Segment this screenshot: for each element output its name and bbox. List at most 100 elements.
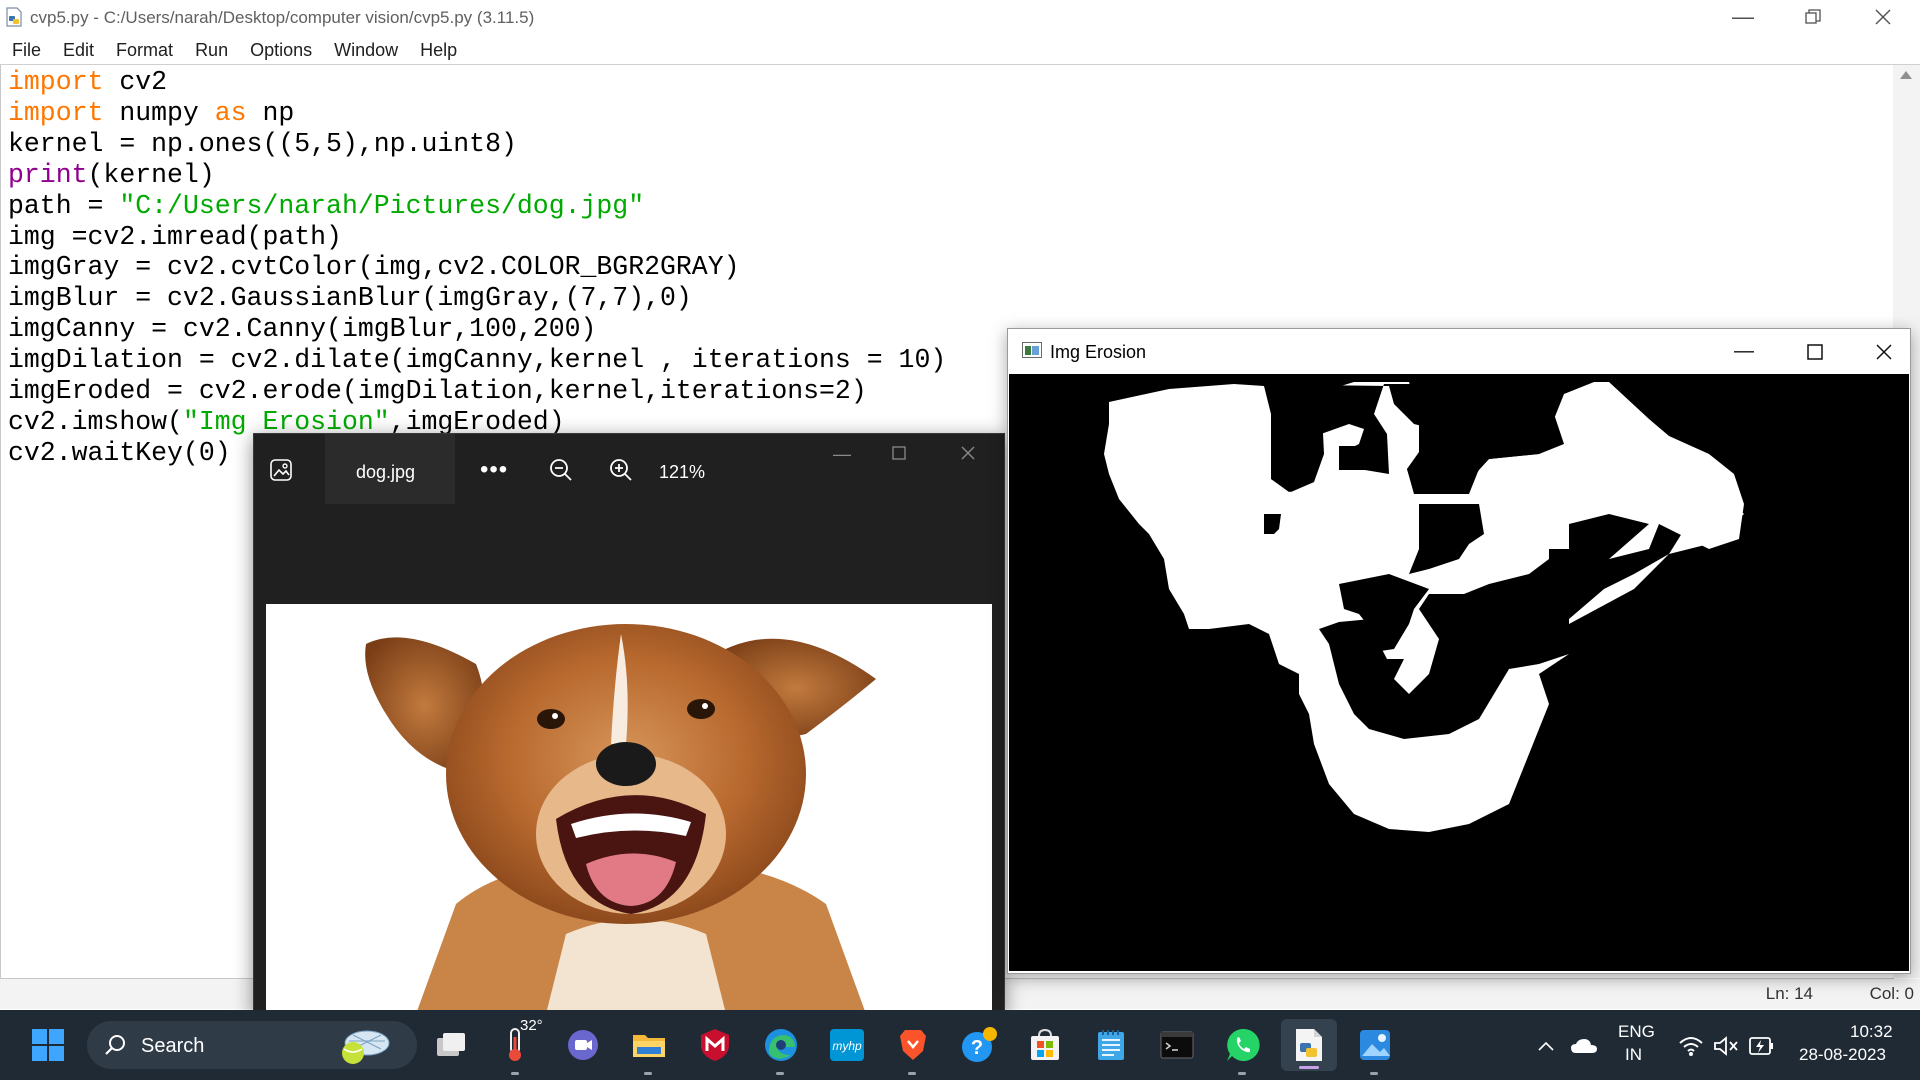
clock-date[interactable]: 28-08-2023 <box>1799 1045 1886 1065</box>
menu-file[interactable]: File <box>0 36 52 64</box>
myhp-button[interactable]: myhp <box>825 1023 869 1067</box>
whatsapp-button[interactable] <box>1221 1023 1265 1075</box>
running-indicator <box>1238 1072 1246 1075</box>
photos-close-button[interactable] <box>948 444 988 474</box>
close-button[interactable] <box>1848 0 1918 34</box>
python-file-icon <box>6 7 22 27</box>
photos-maximize-button[interactable] <box>879 444 919 474</box>
region-indicator[interactable]: IN <box>1625 1045 1642 1065</box>
cv-maximize-button[interactable] <box>1790 335 1840 367</box>
code-line[interactable]: imgCanny = cv2.Canny(imgBlur,100,200) <box>8 314 946 345</box>
close-icon <box>1876 344 1892 360</box>
img-erosion-window: Img Erosion — <box>1007 328 1911 974</box>
maximize-icon <box>1807 343 1823 360</box>
img-erosion-title-bar: Img Erosion — <box>1008 329 1910 373</box>
notepad-icon <box>1098 1030 1124 1060</box>
taskbar-search-box[interactable]: Search <box>87 1021 417 1069</box>
svg-text:myhp: myhp <box>832 1039 862 1053</box>
language-indicator[interactable]: ENG <box>1618 1022 1655 1042</box>
task-view-button[interactable] <box>429 1023 473 1067</box>
cv-minimize-button[interactable]: — <box>1719 335 1769 367</box>
active-indicator <box>1299 1066 1319 1069</box>
line-number: Ln: 14 <box>1765 984 1813 1003</box>
running-indicator <box>1370 1072 1378 1075</box>
myhp-icon: myhp <box>830 1029 864 1061</box>
eroded-image-canvas <box>1009 374 1909 971</box>
weather-widget[interactable]: 32° <box>494 1017 543 1075</box>
code-line[interactable]: imgEroded = cv2.erode(imgDilation,kernel… <box>8 376 946 407</box>
terminal-button[interactable] <box>1155 1023 1199 1067</box>
photo-filename: dog.jpg <box>356 462 416 482</box>
dog-photo <box>266 604 992 1014</box>
notepad-button[interactable] <box>1089 1023 1133 1067</box>
microsoft-store-button[interactable] <box>1023 1023 1067 1067</box>
menu-options[interactable]: Options <box>239 36 323 64</box>
zoom-level: 121% <box>659 462 706 482</box>
code-line[interactable]: imgBlur = cv2.GaussianBlur(imgGray,(7,7)… <box>8 283 946 314</box>
search-icon <box>105 1035 125 1055</box>
tennis-highlight-icon <box>342 1030 390 1064</box>
gallery-icon[interactable] <box>268 457 294 483</box>
running-indicator <box>908 1072 916 1075</box>
onedrive-cloud-icon[interactable] <box>1570 1037 1598 1055</box>
file-explorer-icon <box>633 1035 665 1057</box>
opencv-window-icon <box>1022 342 1042 358</box>
edge-icon <box>765 1029 797 1061</box>
photos-button[interactable] <box>1353 1023 1397 1075</box>
show-hidden-icons-chevron-icon[interactable] <box>1537 1040 1555 1052</box>
code-line[interactable]: imgGray = cv2.cvtColor(img,cv2.COLOR_BGR… <box>8 252 946 283</box>
code-line[interactable]: kernel = np.ones((5,5),np.uint8) <box>8 129 946 160</box>
code-line[interactable]: path = "C:/Users/narah/Pictures/dog.jpg" <box>8 191 946 222</box>
get-help-button[interactable]: ? <box>957 1023 1001 1067</box>
teams-chat-button[interactable] <box>561 1023 605 1067</box>
brave-button[interactable] <box>891 1023 935 1075</box>
brave-icon <box>900 1030 926 1060</box>
start-button[interactable] <box>26 1023 70 1067</box>
code-line[interactable]: print(kernel) <box>8 160 946 191</box>
running-indicator <box>511 1072 519 1075</box>
help-icon: ? <box>962 1027 997 1062</box>
close-icon <box>1875 9 1891 25</box>
python-idle-icon <box>1296 1029 1322 1061</box>
close-icon <box>961 446 975 460</box>
code-line[interactable]: imgDilation = cv2.dilate(imgCanny,kernel… <box>8 345 946 376</box>
photos-minimize-button[interactable]: — <box>822 444 862 474</box>
weather-temperature: 32° <box>520 1017 543 1034</box>
edge-button[interactable] <box>759 1023 803 1075</box>
menu-window[interactable]: Window <box>323 36 409 64</box>
code-line[interactable]: import cv2 <box>8 67 946 98</box>
img-erosion-title: Img Erosion <box>1050 342 1147 362</box>
restore-icon <box>1805 9 1821 24</box>
column-number: Col: 0 <box>1869 984 1914 1003</box>
microsoft-store-icon <box>1031 1028 1059 1060</box>
running-indicator <box>644 1072 652 1075</box>
scroll-up-arrow-icon[interactable] <box>1900 71 1912 79</box>
photos-window: dog.jpg ••• 121% — <box>253 433 1005 1015</box>
zoom-in-icon[interactable] <box>608 457 634 483</box>
mcafee-button[interactable] <box>693 1023 737 1067</box>
code-line[interactable]: import numpy as np <box>8 98 946 129</box>
python-idle-button[interactable] <box>1281 1019 1337 1071</box>
menu-help[interactable]: Help <box>409 36 468 64</box>
cv-close-button[interactable] <box>1859 335 1909 367</box>
menu-run[interactable]: Run <box>184 36 239 64</box>
clock-time[interactable]: 10:32 <box>1850 1022 1893 1042</box>
wifi-icon[interactable] <box>1678 1035 1704 1057</box>
minimize-button[interactable]: — <box>1708 0 1778 34</box>
menu-bar: File Edit Format Run Options Window Help <box>0 36 1920 64</box>
code-text[interactable]: import cv2 import numpy as np kernel = np.… <box>8 67 946 469</box>
speaker-muted-icon[interactable] <box>1713 1035 1739 1057</box>
file-explorer-button[interactable] <box>627 1023 671 1075</box>
search-label: Search <box>141 1035 205 1057</box>
zoom-out-icon[interactable] <box>548 457 574 483</box>
whatsapp-icon <box>1227 1028 1260 1061</box>
menu-format[interactable]: Format <box>105 36 184 64</box>
window-title: cvp5.py - C:/Users/narah/Desktop/compute… <box>30 8 535 27</box>
teams-chat-icon <box>568 1030 598 1060</box>
more-options-button[interactable]: ••• <box>480 456 508 484</box>
start-icon <box>32 1029 64 1061</box>
code-line[interactable]: img =cv2.imread(path) <box>8 222 946 253</box>
menu-edit[interactable]: Edit <box>52 36 105 64</box>
restore-button[interactable] <box>1778 0 1848 34</box>
battery-charging-icon[interactable] <box>1748 1035 1776 1057</box>
